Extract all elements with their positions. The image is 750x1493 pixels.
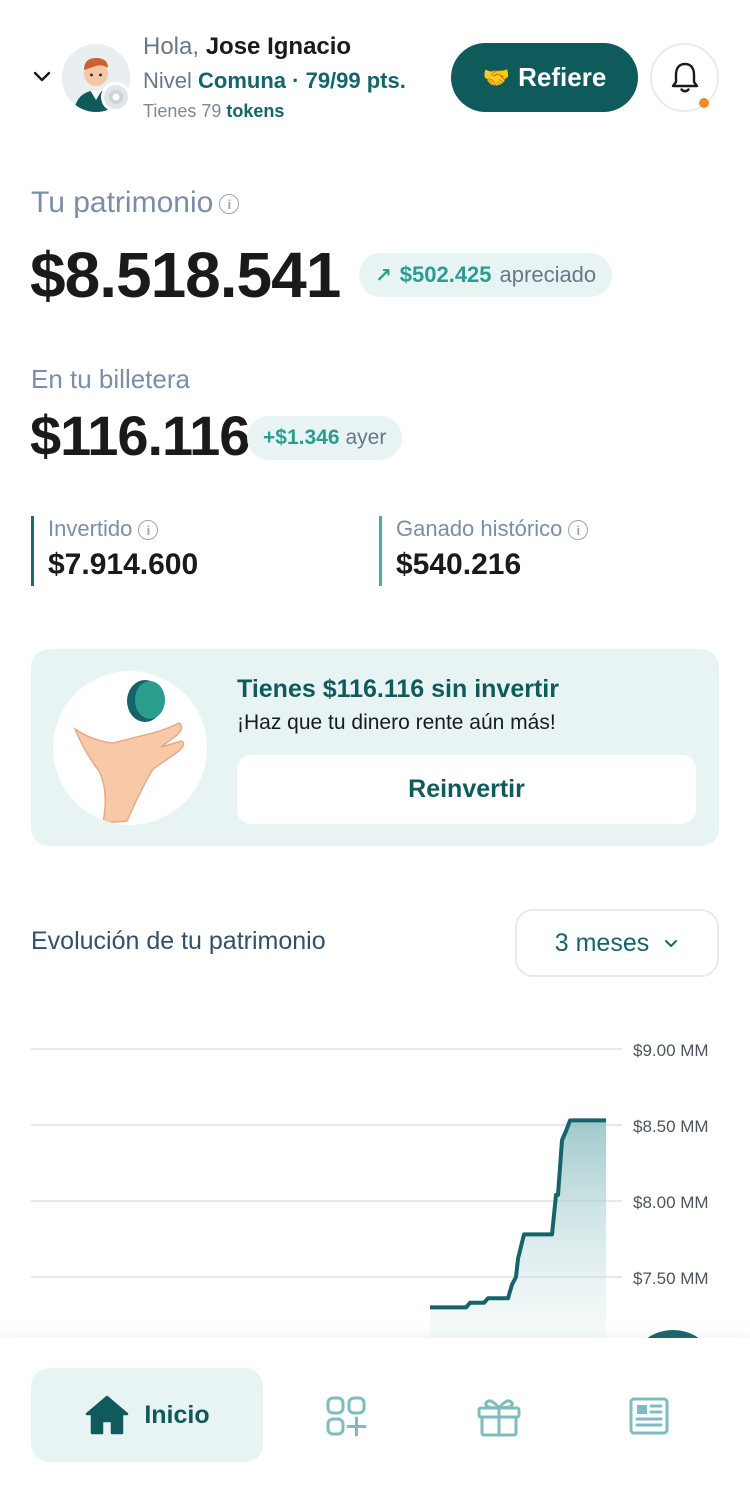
billetera-label: En tu billetera	[31, 364, 190, 394]
daily-change-word: ayer	[345, 426, 387, 449]
invertido-label-row: Invertido i	[48, 516, 198, 542]
range-value: 3 meses	[554, 928, 650, 957]
greeting: Hola, Jose Ignacio	[143, 33, 352, 60]
news-icon[interactable]	[628, 1395, 670, 1437]
chart-y-tick-label: $9.00 MM	[633, 1041, 709, 1060]
chart-y-tick-label: $8.00 MM	[633, 1193, 709, 1212]
level-badge-icon	[109, 90, 123, 104]
invertido-stat: Invertido i $7.914.600	[31, 516, 198, 586]
daily-change-badge: +$1.346 ayer	[247, 416, 403, 460]
level-badge	[101, 82, 131, 112]
reinvest-title: Tienes $116.116 sin invertir	[237, 675, 559, 703]
bell-icon	[671, 62, 698, 92]
appreciated-badge: ↗ $502.425 apreciado	[359, 253, 613, 297]
nav-home-label: Inicio	[144, 1400, 210, 1429]
billetera-value: $116.116	[30, 404, 250, 467]
info-icon[interactable]: i	[568, 520, 589, 541]
home-icon	[86, 1395, 129, 1435]
reinvest-subtitle: ¡Haz que tu dinero rente aún más!	[237, 711, 556, 734]
appreciated-word: apreciado	[499, 262, 597, 287]
range-select[interactable]: 3 meses	[515, 909, 719, 977]
notification-dot	[699, 98, 709, 108]
invertido-value: $7.914.600	[48, 548, 199, 581]
tokens-line: Tienes 79 tokens	[143, 101, 285, 121]
patrimonio-chart[interactable]: $9.00 MM $8.50 MM $8.00 MM $7.50 MM	[0, 1000, 750, 1340]
tokens-word: tokens	[226, 101, 285, 121]
handshake-icon: 🤝	[482, 64, 511, 90]
ganado-value: $540.216	[396, 548, 522, 581]
products-icon[interactable]	[325, 1395, 367, 1437]
nav-item-home[interactable]: Inicio	[31, 1368, 263, 1462]
ganado-stat: Ganado histórico i $540.216	[379, 516, 589, 586]
reinvest-button[interactable]: Reinvertir	[237, 755, 696, 824]
coin-hand-icon	[73, 680, 185, 824]
refer-label: Refiere	[518, 62, 607, 92]
account-switch-chevron-icon[interactable]	[30, 64, 54, 88]
level-value: Comuna · 79/99 pts.	[198, 68, 406, 93]
reinvest-card: Tienes $116.116 sin invertir ¡Haz que tu…	[31, 649, 719, 846]
bottom-navigation: Inicio	[0, 1338, 750, 1493]
info-icon[interactable]: i	[138, 520, 159, 541]
chart-title: Evolución de tu patrimonio	[31, 927, 326, 955]
info-icon[interactable]: i	[219, 194, 240, 215]
gift-icon[interactable]	[476, 1395, 522, 1437]
chevron-down-icon	[665, 940, 678, 947]
patrimonio-value: $8.518.541	[30, 239, 341, 311]
appreciated-amount: $502.425	[399, 262, 492, 287]
chart-y-tick-label: $7.50 MM	[633, 1269, 709, 1288]
chart-y-tick-label: $8.50 MM	[633, 1117, 709, 1136]
patrimonio-label: Tu patrimonio i	[31, 186, 240, 220]
refer-button[interactable]: 🤝 Refiere	[451, 43, 638, 112]
level-line: Nivel Comuna · 79/99 pts.	[143, 68, 406, 93]
arrow-up-right-icon: ↗	[375, 264, 392, 287]
daily-change-amount: +$1.346	[263, 426, 340, 449]
coin-hand-illustration	[53, 671, 207, 825]
ganado-label-row: Ganado histórico i	[396, 516, 589, 542]
user-name: Jose Ignacio	[205, 33, 352, 60]
